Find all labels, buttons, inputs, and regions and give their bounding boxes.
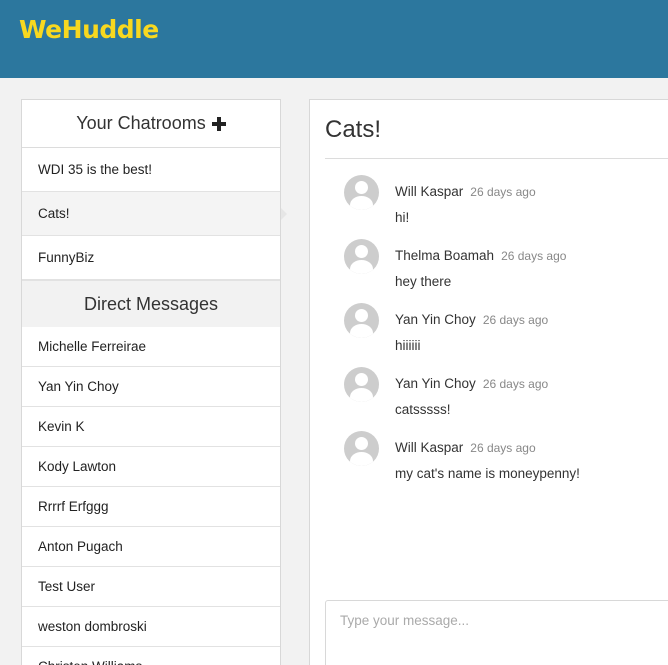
message-time: 26 days ago [501,249,567,263]
chatroom-item[interactable]: WDI 35 is the best! [22,148,280,192]
avatar-icon [344,367,379,402]
message: Will Kaspar 26 days ago hi! [344,175,668,239]
message-text: catsssss! [395,402,451,417]
message-time: 26 days ago [482,377,549,391]
avatar-icon [344,431,379,466]
message: Yan Yin Choy 26 days ago hiiiiii [344,303,668,367]
message-author: Will Kaspar [395,184,464,199]
message-author: Yan Yin Choy [395,312,476,327]
message-text: my cat's name is moneypenny! [395,466,580,481]
chatroom-item-active[interactable]: Cats! [22,192,287,236]
dm-item[interactable]: Rrrrf Erfggg [22,487,280,527]
message-input[interactable] [325,600,668,665]
direct-message-list: Michelle Ferreirae Yan Yin Choy Kevin K … [22,327,280,665]
message-author: Will Kaspar [395,440,464,455]
message-time: 26 days ago [470,441,536,455]
dm-item[interactable]: Anton Pugach [22,527,280,567]
message-time: 26 days ago [470,185,536,199]
message: Yan Yin Choy 26 days ago catsssss! [344,367,668,431]
chat-panel: Cats! Will Kaspar 26 days ago hi! Thelma … [309,99,668,665]
avatar-icon [344,239,379,274]
dm-item[interactable]: Kody Lawton [22,447,280,487]
message-text: hiiiiii [395,338,421,353]
add-chatroom-icon[interactable] [211,116,226,131]
sidebar: Your Chatrooms WDI 35 is the best! Cats!… [21,99,287,665]
dm-item[interactable]: weston dombroski [22,607,280,647]
app-logo[interactable]: WeHuddle [19,15,159,44]
message: Will Kaspar 26 days ago my cat's name is … [344,431,668,495]
chatrooms-header: Your Chatrooms [22,100,280,148]
message-author: Thelma Boamah [395,248,495,263]
direct-messages-header: Direct Messages [22,280,280,327]
title-divider [325,158,668,159]
message-list: Will Kaspar 26 days ago hi! Thelma Boamah… [344,175,668,495]
dm-item[interactable]: Yan Yin Choy [22,367,280,407]
message-text: hey there [395,274,452,289]
avatar-icon [344,303,379,338]
dm-item[interactable]: Kevin K [22,407,280,447]
room-title: Cats! [325,116,382,143]
avatar-icon [344,175,379,210]
chatroom-list: WDI 35 is the best! Cats! FunnyBiz [22,148,287,280]
dm-item[interactable]: Michelle Ferreirae [22,327,280,367]
message: Thelma Boamah 26 days ago hey there [344,239,668,303]
dm-item[interactable]: Christen Williams [22,647,280,665]
dm-item[interactable]: Test User [22,567,280,607]
message-time: 26 days ago [482,313,549,327]
message-author: Yan Yin Choy [395,376,476,391]
top-bar: WeHuddle [0,0,668,78]
chatroom-item[interactable]: FunnyBiz [22,236,280,280]
chatrooms-title: Your Chatrooms [76,113,206,133]
message-text: hi! [395,210,410,225]
